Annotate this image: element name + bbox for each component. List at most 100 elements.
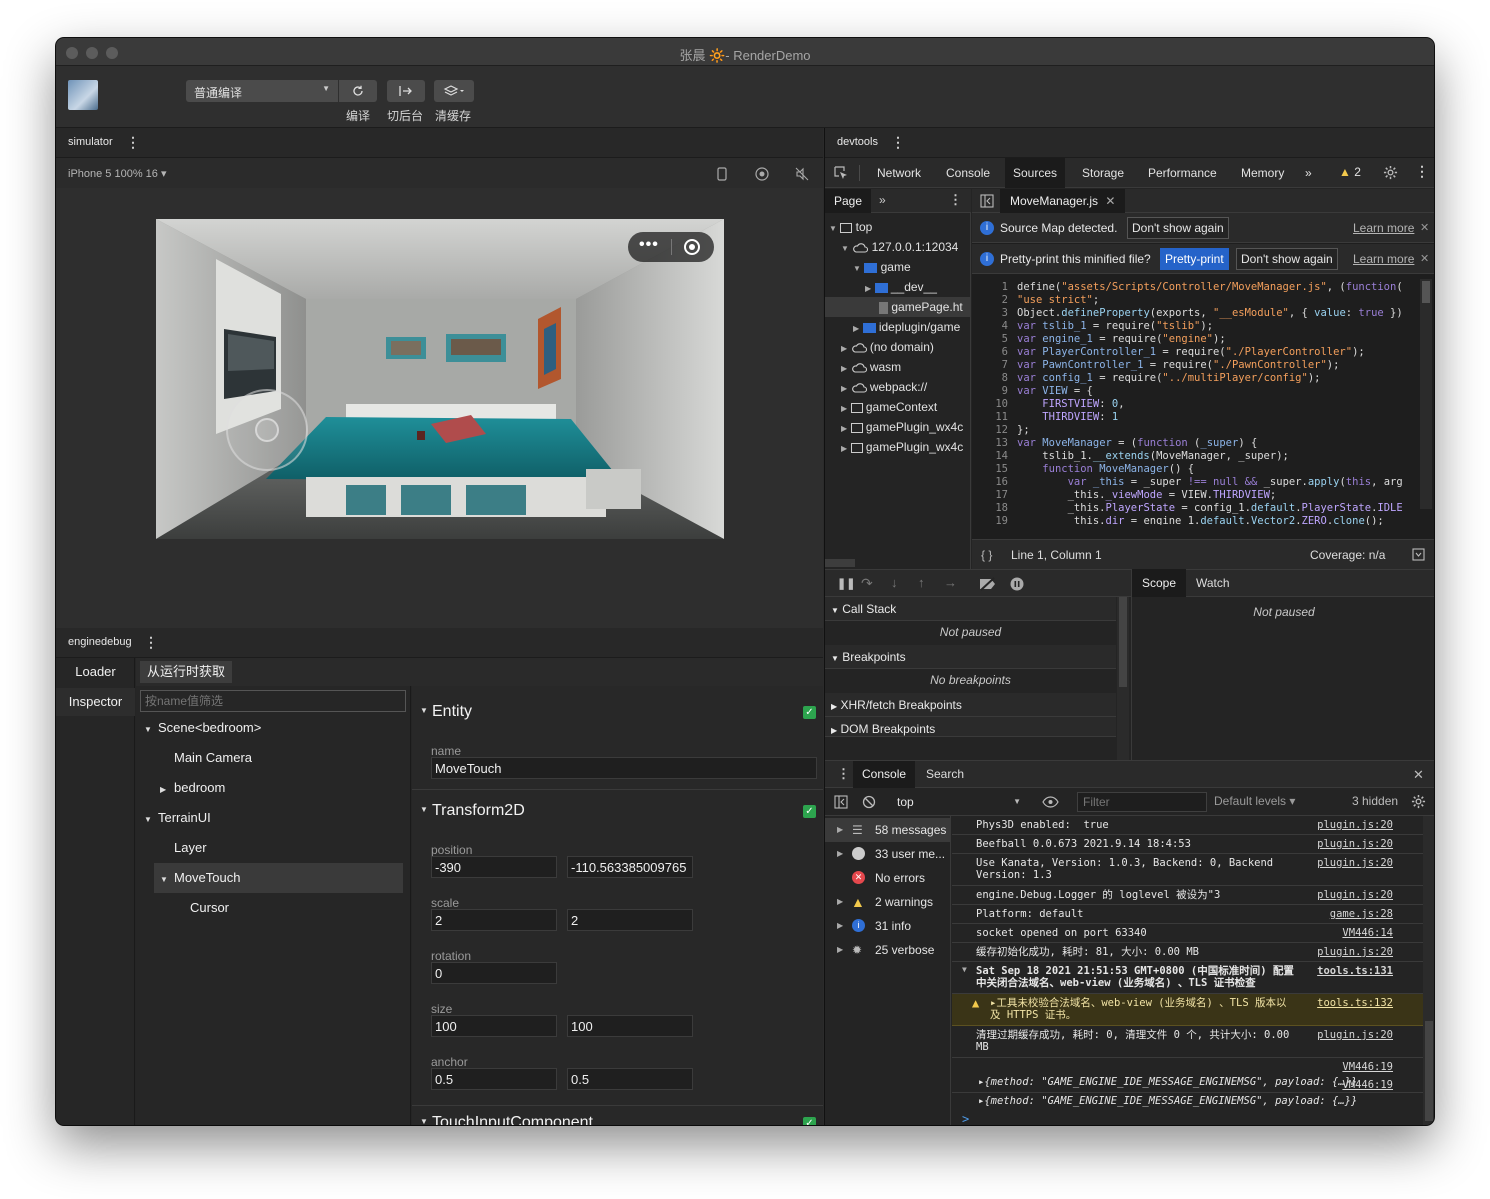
nav-item-webpack[interactable]: ▶ webpack:// — [841, 377, 927, 397]
caret-down-icon[interactable]: ▼ — [420, 706, 432, 715]
source-link[interactable]: VM446:14 — [1342, 927, 1393, 939]
console-message[interactable]: 清理过期缓存成功, 耗时: 0, 清理文件 0 个, 共计大小: 0.00 MB… — [952, 1026, 1423, 1058]
toggle-navigator-icon[interactable] — [980, 194, 994, 208]
section-entity[interactable]: ▼ Entity — [420, 703, 472, 721]
context-select[interactable]: top ▼ — [889, 792, 1027, 812]
background-button[interactable] — [387, 80, 425, 102]
joystick[interactable] — [226, 389, 308, 471]
pretty-print-button[interactable]: Pretty-print — [1160, 248, 1229, 270]
more-horizontal-icon[interactable]: ••• — [639, 236, 659, 254]
console-message[interactable]: Use Kanata, Version: 1.0.3, Backend: 0, … — [952, 854, 1423, 886]
caret-down-icon[interactable]: ▼ — [420, 1117, 432, 1125]
source-link[interactable]: plugin.js:20 — [1317, 857, 1393, 869]
clear-cache-button[interactable] — [434, 80, 474, 102]
console-prompt[interactable]: > — [962, 1112, 969, 1125]
section-dom-breakpoints[interactable]: ▶ DOM Breakpoints — [825, 717, 1116, 737]
sidebar-item-errors[interactable]: ✕ No errors — [825, 866, 951, 890]
scale-y-field[interactable]: 2 — [567, 909, 693, 931]
close-icon[interactable]: ✕ — [1420, 252, 1429, 265]
source-link[interactable]: plugin.js:20 — [1317, 1029, 1393, 1041]
console-message[interactable]: socket opened on port 63340 VM446:14 — [952, 924, 1423, 943]
caret-down-icon[interactable]: ▼ — [962, 965, 967, 974]
section-breakpoints[interactable]: ▼ Breakpoints — [825, 645, 1116, 669]
nav-item-gameplugin-2[interactable]: ▶ gamePlugin_wx4c — [841, 437, 963, 457]
navigator-scrollbar[interactable] — [825, 559, 855, 567]
position-x-field[interactable]: -390 — [431, 856, 557, 878]
nav-item-no-domain[interactable]: ▶ (no domain) — [841, 337, 934, 357]
nav-item-gamepage[interactable]: gamePage.ht — [825, 297, 971, 317]
console-filter-input[interactable] — [1077, 792, 1207, 812]
joystick-knob[interactable] — [255, 418, 279, 442]
fetch-runtime-button[interactable]: 从运行时获取 — [140, 661, 233, 683]
close-icon[interactable]: ✕ — [1105, 194, 1115, 208]
game-canvas[interactable]: ••• — [156, 219, 724, 539]
nav-item-localhost[interactable]: ▼ 127.0.0.1:12034 — [841, 237, 958, 257]
dock-icon[interactable] — [1412, 548, 1425, 561]
tab-storage[interactable]: Storage — [1074, 158, 1132, 188]
phone-icon[interactable] — [717, 167, 727, 181]
tree-item-main-camera[interactable]: Main Camera — [174, 743, 252, 773]
sidebar-item-info[interactable]: ▶ i 31 info — [825, 914, 951, 938]
caret-down-icon[interactable]: ▼ — [160, 865, 174, 895]
nav-item-dev[interactable]: ▶ __dev__ — [865, 277, 937, 297]
menu-capsule[interactable]: ••• — [628, 232, 714, 262]
sidebar-item-warnings[interactable]: ▶ ▲ 2 warnings — [825, 890, 951, 914]
caret-right-icon[interactable]: ▶ — [160, 775, 174, 805]
nav-item-game[interactable]: ▼ game — [853, 257, 911, 277]
drawer-tab-search[interactable]: Search — [926, 761, 964, 788]
name-field[interactable]: MoveTouch — [431, 757, 817, 779]
console-warning[interactable]: ▲ ▸工具未校验合法域名、web-view (业务域名) 、TLS 版本以 及 H… — [952, 994, 1423, 1026]
close-icon[interactable]: ✕ — [1413, 767, 1424, 783]
size-width-field[interactable]: 100 — [431, 1015, 557, 1037]
more-vertical-icon[interactable]: ⋮ — [949, 192, 962, 208]
editor-scrollbar[interactable] — [1420, 279, 1432, 509]
tab-inspector[interactable]: Inspector — [56, 688, 135, 716]
drawer-tab-console[interactable]: Console — [853, 761, 916, 788]
entity-enabled-checkbox[interactable]: ✓ — [803, 706, 816, 719]
section-xhr-breakpoints[interactable]: ▶ XHR/fetch Breakpoints — [825, 693, 1116, 717]
transform-enabled-checkbox[interactable]: ✓ — [803, 805, 816, 818]
file-tab-movemanager[interactable]: MoveManager.js ✕ — [1000, 189, 1126, 213]
dont-show-again-button[interactable]: Don't show again — [1127, 217, 1229, 239]
console-message[interactable]: Beefball 0.0.673 2021.9.14 18:4:53 plugin… — [952, 835, 1423, 854]
source-link[interactable]: plugin.js:20 — [1317, 889, 1393, 901]
gear-icon[interactable] — [1383, 165, 1398, 180]
dont-show-again-button[interactable]: Don't show again — [1236, 248, 1338, 270]
console-message[interactable]: Platform: default game.js:28 — [952, 905, 1423, 924]
source-link[interactable]: plugin.js:20 — [1317, 946, 1393, 958]
section-touchinput[interactable]: ▼ TouchInputComponent — [420, 1114, 593, 1125]
caret-down-icon[interactable]: ▼ — [420, 805, 432, 814]
tree-item-scene[interactable]: ▼ Scene<bedroom> — [144, 713, 261, 743]
step-into-icon[interactable]: ↓ — [891, 575, 898, 590]
size-height-field[interactable]: 100 — [567, 1015, 693, 1037]
tab-watch[interactable]: Watch — [1196, 569, 1230, 597]
caret-down-icon[interactable]: ▼ — [144, 805, 158, 835]
more-vertical-icon[interactable]: ⋮ — [891, 134, 905, 151]
nav-item-wasm[interactable]: ▶ wasm — [841, 357, 901, 377]
source-link[interactable]: tools.ts:132 — [1317, 997, 1393, 1009]
scale-x-field[interactable]: 2 — [431, 909, 557, 931]
tab-scope[interactable]: Scope — [1132, 569, 1187, 597]
record-icon[interactable] — [755, 167, 769, 181]
compile-button[interactable] — [339, 80, 377, 102]
inspect-element-icon[interactable] — [834, 166, 848, 180]
code-view[interactable]: 1 define("assets/Scripts/Controller/MoveM… — [972, 277, 1434, 525]
step-icon[interactable]: → — [944, 575, 957, 590]
tree-item-bedroom[interactable]: ▶ bedroom — [160, 773, 225, 803]
tab-memory[interactable]: Memory — [1233, 158, 1292, 188]
console-message-group[interactable]: ▼ Sat Sep 18 2021 21:51:53 GMT+0800 (中国标准… — [952, 962, 1423, 994]
console-scrollbar[interactable] — [1423, 816, 1434, 1125]
sidebar-item-messages[interactable]: ▶ ☰ 58 messages — [825, 818, 951, 842]
tree-item-movetouch[interactable]: ▼ MoveTouch — [154, 863, 403, 893]
tree-item-layer[interactable]: Layer — [174, 833, 207, 863]
step-over-icon[interactable]: ↷ — [861, 575, 873, 592]
tab-console[interactable]: Console — [938, 158, 998, 188]
nav-item-ideplugin[interactable]: ▶ ideplugin/game — [853, 317, 960, 337]
source-link[interactable]: VM446:19 — [1342, 1079, 1393, 1091]
log-levels-select[interactable]: Default levels ▾ — [1214, 794, 1295, 808]
section-call-stack[interactable]: ▼ Call Stack — [825, 597, 1116, 621]
nav-item-gameplugin-1[interactable]: ▶ gamePlugin_wx4c — [841, 417, 963, 437]
warnings-badge[interactable]: ▲ 2 — [1339, 165, 1361, 179]
compile-mode-select[interactable]: 普通编译 ▼ — [186, 80, 338, 102]
close-target-icon[interactable] — [684, 239, 700, 255]
